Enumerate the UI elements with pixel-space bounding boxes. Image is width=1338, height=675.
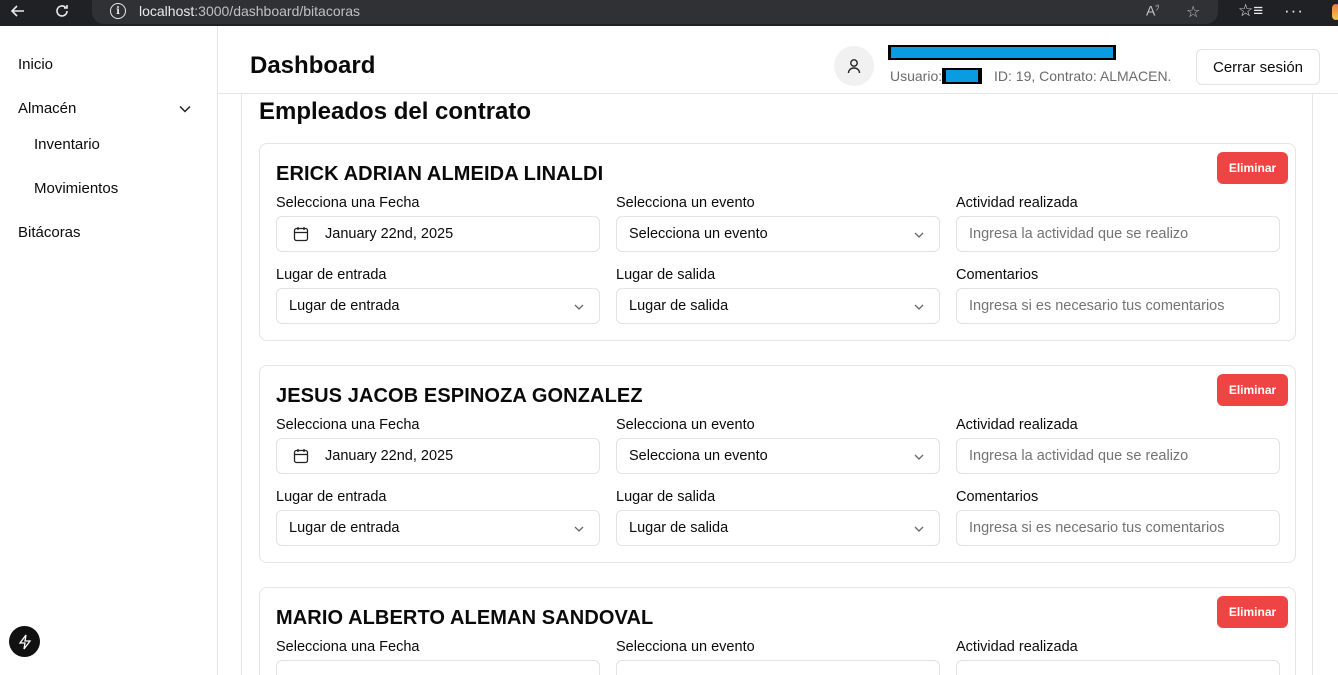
calendar-icon bbox=[293, 449, 309, 464]
browser-toolbar: i localhost:3000/dashboard/bitacoras Aﾂ … bbox=[0, 0, 1338, 26]
user-label: Usuario: bbox=[890, 68, 943, 84]
event-select[interactable] bbox=[616, 660, 940, 675]
event-select[interactable]: Selecciona un evento bbox=[616, 216, 940, 252]
delete-button[interactable]: Eliminar bbox=[1217, 374, 1288, 406]
calendar-icon bbox=[293, 227, 309, 242]
redacted-user-id bbox=[942, 68, 983, 84]
exit-label: Lugar de salida bbox=[616, 489, 716, 505]
activity-label: Actividad realizada bbox=[956, 195, 1078, 211]
entry-value: Lugar de entrada bbox=[289, 298, 400, 314]
exit-label: Lugar de salida bbox=[616, 267, 716, 283]
delete-button[interactable]: Eliminar bbox=[1217, 596, 1288, 628]
entry-label: Lugar de entrada bbox=[276, 489, 387, 505]
user-icon bbox=[847, 59, 861, 74]
exit-select[interactable]: Lugar de salida bbox=[616, 288, 940, 324]
comments-placeholder: Ingresa si es necesario tus comentarios bbox=[969, 520, 1225, 536]
activity-input[interactable] bbox=[956, 660, 1280, 675]
page-title: Dashboard bbox=[250, 52, 376, 79]
exit-select[interactable]: Lugar de salida bbox=[616, 510, 940, 546]
date-picker[interactable] bbox=[276, 660, 600, 675]
activity-label: Actividad realizada bbox=[956, 417, 1078, 433]
exit-value: Lugar de salida bbox=[629, 298, 729, 314]
site-info-icon[interactable]: i bbox=[110, 3, 126, 19]
activity-label: Actividad realizada bbox=[956, 639, 1078, 655]
delete-button[interactable]: Eliminar bbox=[1217, 152, 1288, 184]
favorite-star-icon[interactable]: ☆ bbox=[1186, 2, 1200, 22]
comments-label: Comentarios bbox=[956, 489, 1039, 505]
comments-input[interactable]: Ingresa si es necesario tus comentarios bbox=[956, 510, 1280, 546]
reload-icon[interactable] bbox=[50, 0, 74, 22]
entry-label: Lugar de entrada bbox=[276, 267, 387, 283]
employee-card: JESUS JACOB ESPINOZA GONZALEZ Eliminar S… bbox=[259, 365, 1296, 563]
user-info: Usuario: ID: 19, Contrato: ALMACEN. bbox=[890, 68, 1171, 84]
avatar bbox=[834, 46, 874, 86]
event-label: Selecciona un evento bbox=[616, 639, 755, 655]
top-header: Dashboard Usuario: ID: 19, Contrato: ALM… bbox=[218, 26, 1338, 94]
sidebar-item-almacen[interactable]: Almacén bbox=[18, 100, 76, 117]
event-value: Selecciona un evento bbox=[629, 226, 768, 242]
employee-card: MARIO ALBERTO ALEMAN SANDOVAL Eliminar S… bbox=[259, 587, 1296, 675]
date-label: Selecciona una Fecha bbox=[276, 195, 420, 211]
sidebar-item-inventario[interactable]: Inventario bbox=[34, 136, 100, 153]
activity-placeholder: Ingresa la actividad que se realizo bbox=[969, 448, 1189, 464]
comments-placeholder: Ingresa si es necesario tus comentarios bbox=[969, 298, 1225, 314]
user-meta: ID: 19, Contrato: ALMACEN. bbox=[994, 68, 1172, 84]
event-label: Selecciona un evento bbox=[616, 195, 755, 211]
dev-tools-icon[interactable] bbox=[9, 626, 40, 657]
date-value: January 22nd, 2025 bbox=[325, 448, 454, 464]
date-picker[interactable]: January 22nd, 2025 bbox=[276, 216, 600, 252]
copilot-icon[interactable] bbox=[1332, 4, 1338, 20]
employee-name: MARIO ALBERTO ALEMAN SANDOVAL bbox=[276, 607, 654, 629]
event-select[interactable]: Selecciona un evento bbox=[616, 438, 940, 474]
sidebar: Inicio Almacén Inventario Movimientos Bi… bbox=[0, 26, 218, 675]
sidebar-item-bitacoras[interactable]: Bitácoras bbox=[18, 224, 81, 241]
comments-label: Comentarios bbox=[956, 267, 1039, 283]
date-label: Selecciona una Fecha bbox=[276, 639, 420, 655]
logout-button[interactable]: Cerrar sesión bbox=[1196, 49, 1320, 85]
employee-card: ERICK ADRIAN ALMEIDA LINALDI Eliminar Se… bbox=[259, 143, 1296, 341]
more-menu-icon[interactable]: ··· bbox=[1284, 1, 1304, 21]
url-text: localhost:3000/dashboard/bitacoras bbox=[139, 3, 361, 19]
activity-placeholder: Ingresa la actividad que se realizo bbox=[969, 226, 1189, 242]
date-label: Selecciona una Fecha bbox=[276, 417, 420, 433]
exit-value: Lugar de salida bbox=[629, 520, 729, 536]
chevron-down-icon bbox=[914, 232, 924, 238]
sidebar-item-movimientos[interactable]: Movimientos bbox=[34, 180, 118, 197]
entry-select[interactable]: Lugar de entrada bbox=[276, 288, 600, 324]
activity-input[interactable]: Ingresa la actividad que se realizo bbox=[956, 438, 1280, 474]
section-title: Empleados del contrato bbox=[259, 98, 532, 125]
sidebar-item-inicio[interactable]: Inicio bbox=[18, 56, 53, 73]
address-bar[interactable]: i localhost:3000/dashboard/bitacoras Aﾂ … bbox=[92, 0, 1218, 24]
entry-value: Lugar de entrada bbox=[289, 520, 400, 536]
entry-select[interactable]: Lugar de entrada bbox=[276, 510, 600, 546]
event-value: Selecciona un evento bbox=[629, 448, 768, 464]
employee-name: JESUS JACOB ESPINOZA GONZALEZ bbox=[276, 385, 643, 407]
chevron-down-icon bbox=[574, 526, 584, 532]
chevron-down-icon bbox=[574, 304, 584, 310]
event-label: Selecciona un evento bbox=[616, 417, 755, 433]
favorites-list-icon[interactable]: ☆≡ bbox=[1238, 1, 1263, 21]
activity-input[interactable]: Ingresa la actividad que se realizo bbox=[956, 216, 1280, 252]
employee-name: ERICK ADRIAN ALMEIDA LINALDI bbox=[276, 163, 604, 185]
redacted-username bbox=[888, 45, 1116, 60]
chevron-down-icon bbox=[914, 526, 924, 532]
back-icon[interactable] bbox=[6, 0, 30, 22]
date-value: January 22nd, 2025 bbox=[325, 226, 454, 242]
chevron-down-icon[interactable] bbox=[178, 102, 192, 116]
comments-input[interactable]: Ingresa si es necesario tus comentarios bbox=[956, 288, 1280, 324]
chevron-down-icon bbox=[914, 454, 924, 460]
chevron-down-icon bbox=[914, 304, 924, 310]
date-picker[interactable]: January 22nd, 2025 bbox=[276, 438, 600, 474]
read-aloud-icon[interactable]: Aﾂ bbox=[1146, 2, 1159, 19]
